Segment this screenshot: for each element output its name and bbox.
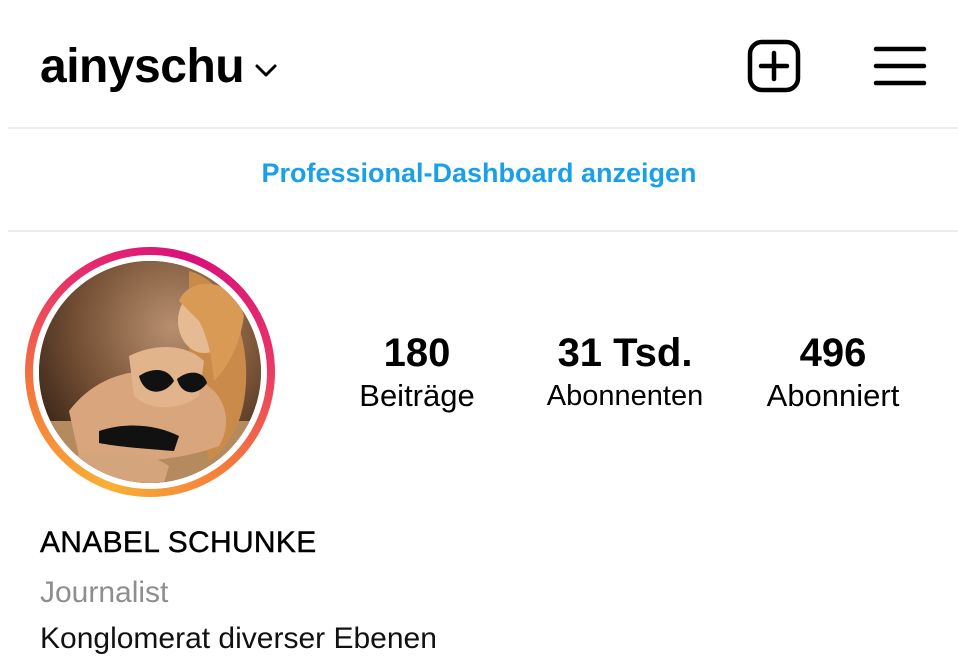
following-label: Abonniert: [766, 378, 900, 413]
story-ring[interactable]: [25, 247, 275, 497]
followers-count[interactable]: 31 Tsd. Abonnenten: [528, 330, 722, 416]
profile-bio: Konglomerat diverser Ebenen: [40, 622, 437, 655]
chevron-down-icon: [255, 64, 277, 77]
account-switcher[interactable]: ainyschu: [40, 36, 278, 98]
menu-button[interactable]: [870, 38, 930, 94]
following-count[interactable]: 496 Abonniert: [746, 330, 920, 416]
header-divider: [8, 127, 958, 129]
avatar: [39, 261, 261, 483]
profile-name: ANABEL SCHUNKE: [40, 526, 317, 559]
hamburger-menu-icon: [873, 46, 927, 86]
username: ainyschu: [40, 40, 245, 93]
profile-header: ainyschu: [0, 0, 958, 128]
professional-dashboard-link[interactable]: Professional-Dashboard anzeigen: [0, 158, 958, 189]
profile-page: ainyschu Professional-Dashboard anzeigen: [0, 0, 958, 656]
plus-square-icon: [747, 39, 801, 93]
posts-label: Beiträge: [359, 378, 475, 413]
profile-photo: [39, 261, 261, 483]
posts-count[interactable]: 180 Beiträge: [342, 330, 492, 416]
profile-category: Journalist: [40, 576, 169, 609]
followers-value: 31 Tsd.: [557, 331, 693, 375]
followers-label: Abonnenten: [546, 380, 704, 412]
new-post-button[interactable]: [744, 38, 804, 94]
dashboard-divider: [8, 230, 958, 232]
posts-value: 180: [383, 331, 451, 375]
following-value: 496: [799, 331, 867, 375]
